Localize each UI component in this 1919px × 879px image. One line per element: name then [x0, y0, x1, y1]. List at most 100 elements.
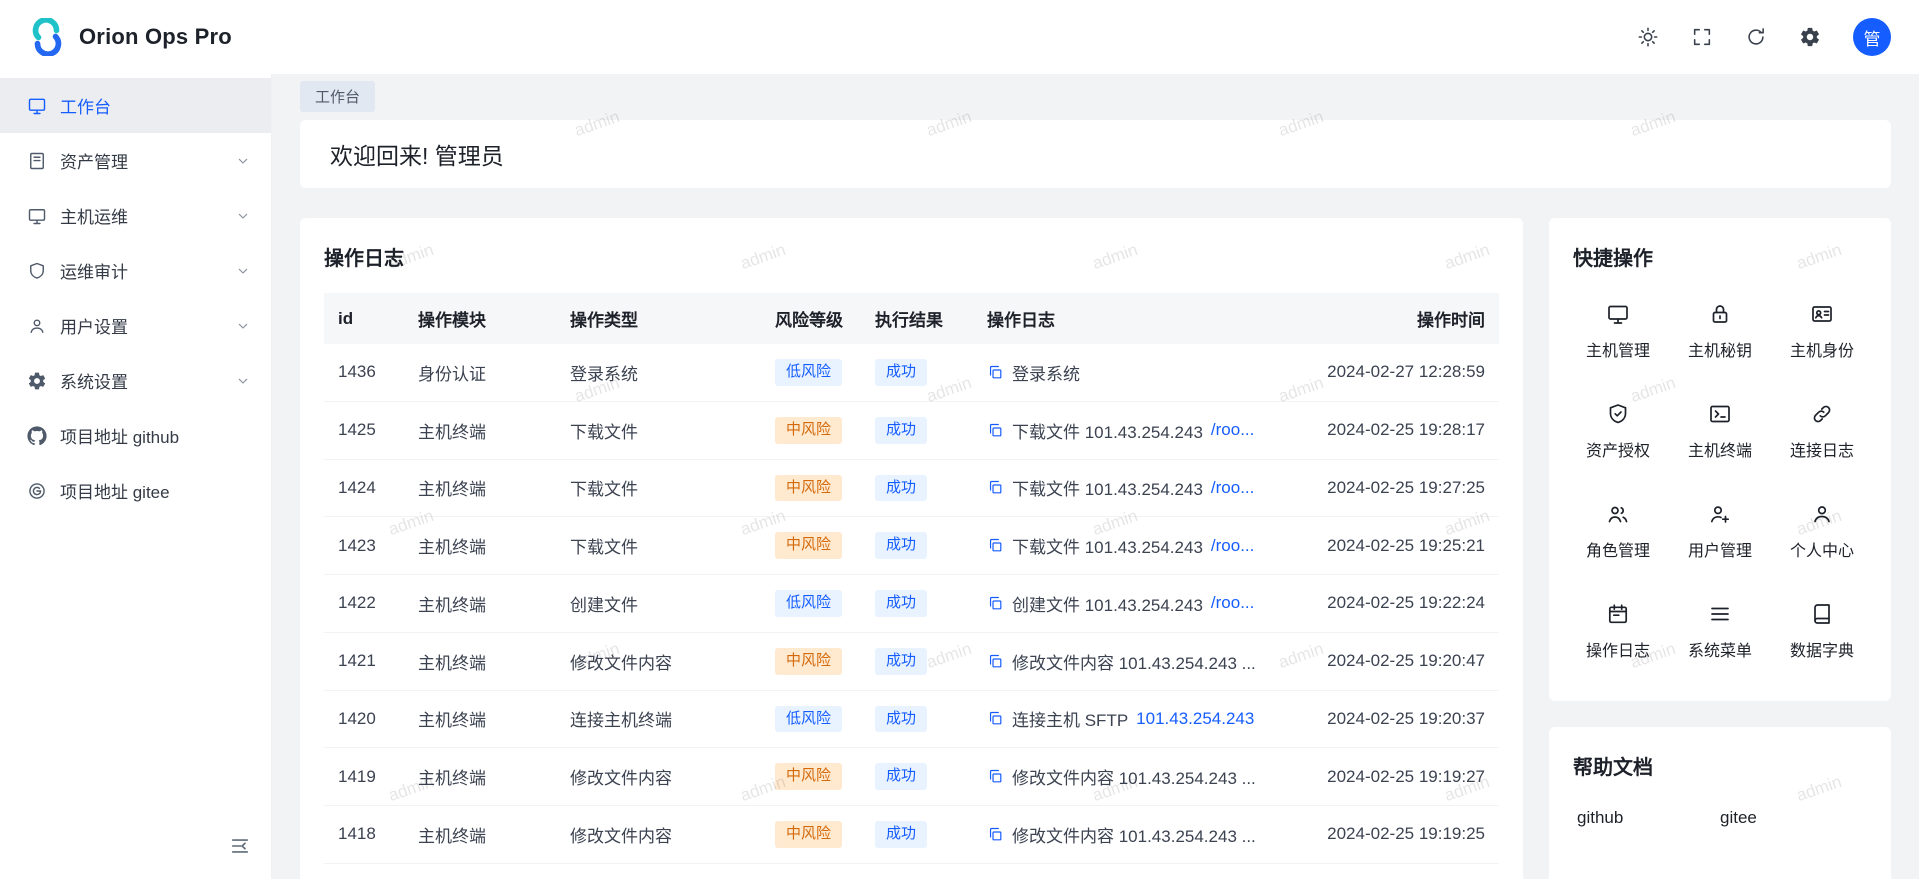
- app-header: Orion Ops Pro 管: [0, 0, 1919, 74]
- help-link-gitee[interactable]: gitee: [1720, 808, 1863, 828]
- cell-risk: 低风险: [761, 344, 861, 401]
- tab-workbench[interactable]: 工作台: [300, 81, 375, 112]
- sidebar-item-system-settings[interactable]: 系统设置: [0, 353, 271, 408]
- cell-id: 1421: [324, 632, 404, 690]
- cell-time: 2024-02-25 19:28:17: [1291, 401, 1499, 459]
- help-link-github[interactable]: github: [1577, 808, 1720, 828]
- log-link[interactable]: 101.43.254.243: [1136, 709, 1254, 729]
- quick-action-host-key[interactable]: 主机秘钥: [1669, 281, 1771, 381]
- logo-area: Orion Ops Pro: [28, 18, 232, 56]
- sidebar-item-github[interactable]: 项目地址 github: [0, 408, 271, 463]
- column-header: 操作日志: [973, 293, 1291, 344]
- quick-action-operation-log[interactable]: 操作日志: [1567, 581, 1669, 681]
- quick-action-label: 主机终端: [1688, 437, 1752, 461]
- cell-risk: 低风险: [761, 690, 861, 748]
- user-icon: [27, 316, 47, 336]
- quick-action-host-identity[interactable]: 主机身份: [1771, 281, 1873, 381]
- refresh-icon[interactable]: [1745, 26, 1767, 48]
- column-header: 风险等级: [761, 293, 861, 344]
- log-cell: 下载文件 101.43.254.243 /roo...: [987, 418, 1277, 443]
- sidebar-item-label: 工作台: [60, 93, 251, 118]
- cell-log: 修改文件内容 101.43.254.243 ...: [973, 632, 1291, 690]
- cell-type: 连接主机终端: [556, 690, 761, 748]
- quick-action-data-dict[interactable]: 数据字典: [1771, 581, 1873, 681]
- sidebar-item-gitee[interactable]: 项目地址 gitee: [0, 463, 271, 518]
- log-cell: 修改文件内容 101.43.254.243 ...: [987, 649, 1277, 674]
- copy-icon[interactable]: [987, 364, 1004, 381]
- operation-log-title: 操作日志: [324, 242, 1499, 271]
- log-link[interactable]: /roo...: [1211, 536, 1254, 556]
- gitee-icon: [27, 481, 47, 501]
- table-row: 1418主机终端修改文件内容中风险成功修改文件内容 101.43.254.243…: [324, 806, 1499, 864]
- cell-type: 修改文件内容: [556, 748, 761, 806]
- sidebar-item-host-ops[interactable]: 主机运维: [0, 188, 271, 243]
- calendar-icon: [1606, 602, 1630, 626]
- quick-action-host-manage[interactable]: 主机管理: [1567, 281, 1669, 381]
- copy-icon[interactable]: [987, 422, 1004, 439]
- sidebar-item-assets[interactable]: 资产管理: [0, 133, 271, 188]
- log-link[interactable]: /roo...: [1211, 420, 1254, 440]
- log-link[interactable]: /roo...: [1211, 478, 1254, 498]
- cell-module: 主机终端: [404, 690, 556, 748]
- table-row: 1423主机终端下载文件中风险成功下载文件 101.43.254.243 /ro…: [324, 517, 1499, 575]
- sidebar-item-user-settings[interactable]: 用户设置: [0, 298, 271, 353]
- log-cell: 修改文件内容 101.43.254.243 ...: [987, 822, 1277, 847]
- quick-action-role-manage[interactable]: 角色管理: [1567, 481, 1669, 581]
- log-link[interactable]: /roo...: [1211, 593, 1254, 613]
- risk-badge: 中风险: [775, 648, 842, 675]
- copy-icon[interactable]: [987, 479, 1004, 496]
- quick-action-user-manage[interactable]: 用户管理: [1669, 481, 1771, 581]
- cell-module: 主机终端: [404, 575, 556, 633]
- cell-log: 修改文件内容 101.43.254.243 ...: [973, 748, 1291, 806]
- log-text: 修改文件内容 101.43.254.243 ...: [1012, 822, 1256, 847]
- sidebar-item-label: 用户设置: [60, 313, 222, 338]
- copy-icon[interactable]: [987, 595, 1004, 612]
- quick-action-asset-grant[interactable]: 资产授权: [1567, 381, 1669, 481]
- quick-action-system-menu[interactable]: 系统菜单: [1669, 581, 1771, 681]
- shield-check-icon: [1606, 402, 1630, 426]
- settings-icon[interactable]: [1799, 26, 1821, 48]
- theme-icon[interactable]: [1637, 26, 1659, 48]
- cell-id: 1422: [324, 575, 404, 633]
- copy-icon[interactable]: [987, 710, 1004, 727]
- risk-badge: 中风险: [775, 763, 842, 790]
- operation-log-table: id操作模块操作类型风险等级执行结果操作日志操作时间 1436身份认证登录系统低…: [324, 293, 1499, 879]
- chevron-down-icon: [235, 263, 251, 279]
- cell-type: 登录系统: [556, 344, 761, 401]
- result-badge: 成功: [875, 475, 927, 502]
- quick-action-label: 数据字典: [1790, 637, 1854, 661]
- cell-id: 1423: [324, 517, 404, 575]
- cell-result: 成功: [861, 806, 973, 864]
- quick-action-label: 主机身份: [1790, 337, 1854, 361]
- quick-action-connect-log[interactable]: 连接日志: [1771, 381, 1873, 481]
- log-cell: 登录系统: [987, 360, 1277, 385]
- risk-badge: 中风险: [775, 475, 842, 502]
- user-add-icon: [1708, 502, 1732, 526]
- copy-icon[interactable]: [987, 826, 1004, 843]
- fullscreen-icon[interactable]: [1691, 26, 1713, 48]
- copy-icon[interactable]: [987, 653, 1004, 670]
- quick-action-host-terminal[interactable]: 主机终端: [1669, 381, 1771, 481]
- result-badge: 成功: [875, 532, 927, 559]
- cell-result: 成功: [861, 575, 973, 633]
- log-cell: 下载文件 101.43.254.243 /roo...: [987, 475, 1277, 500]
- app-title: Orion Ops Pro: [79, 24, 232, 50]
- cell-risk: 中风险: [761, 517, 861, 575]
- sidebar-item-workbench[interactable]: 工作台: [0, 78, 271, 133]
- host-icon: [1606, 302, 1630, 326]
- column-header: 执行结果: [861, 293, 973, 344]
- sidebar-item-label: 主机运维: [60, 203, 222, 228]
- cell-log: 修改文件内容 101.43.254.243 ...: [973, 806, 1291, 864]
- copy-icon[interactable]: [987, 768, 1004, 785]
- column-header: 操作类型: [556, 293, 761, 344]
- copy-icon[interactable]: [987, 537, 1004, 554]
- assets-icon: [27, 151, 47, 171]
- quick-action-profile[interactable]: 个人中心: [1771, 481, 1873, 581]
- avatar[interactable]: 管: [1853, 18, 1891, 56]
- log-cell: 下载文件 101.43.254.243 /roo...: [987, 533, 1277, 558]
- sidebar-item-audit[interactable]: 运维审计: [0, 243, 271, 298]
- menu-fold-icon[interactable]: [229, 835, 251, 857]
- book-icon: [1810, 602, 1834, 626]
- risk-badge: 中风险: [775, 532, 842, 559]
- cell-id: 1436: [324, 344, 404, 401]
